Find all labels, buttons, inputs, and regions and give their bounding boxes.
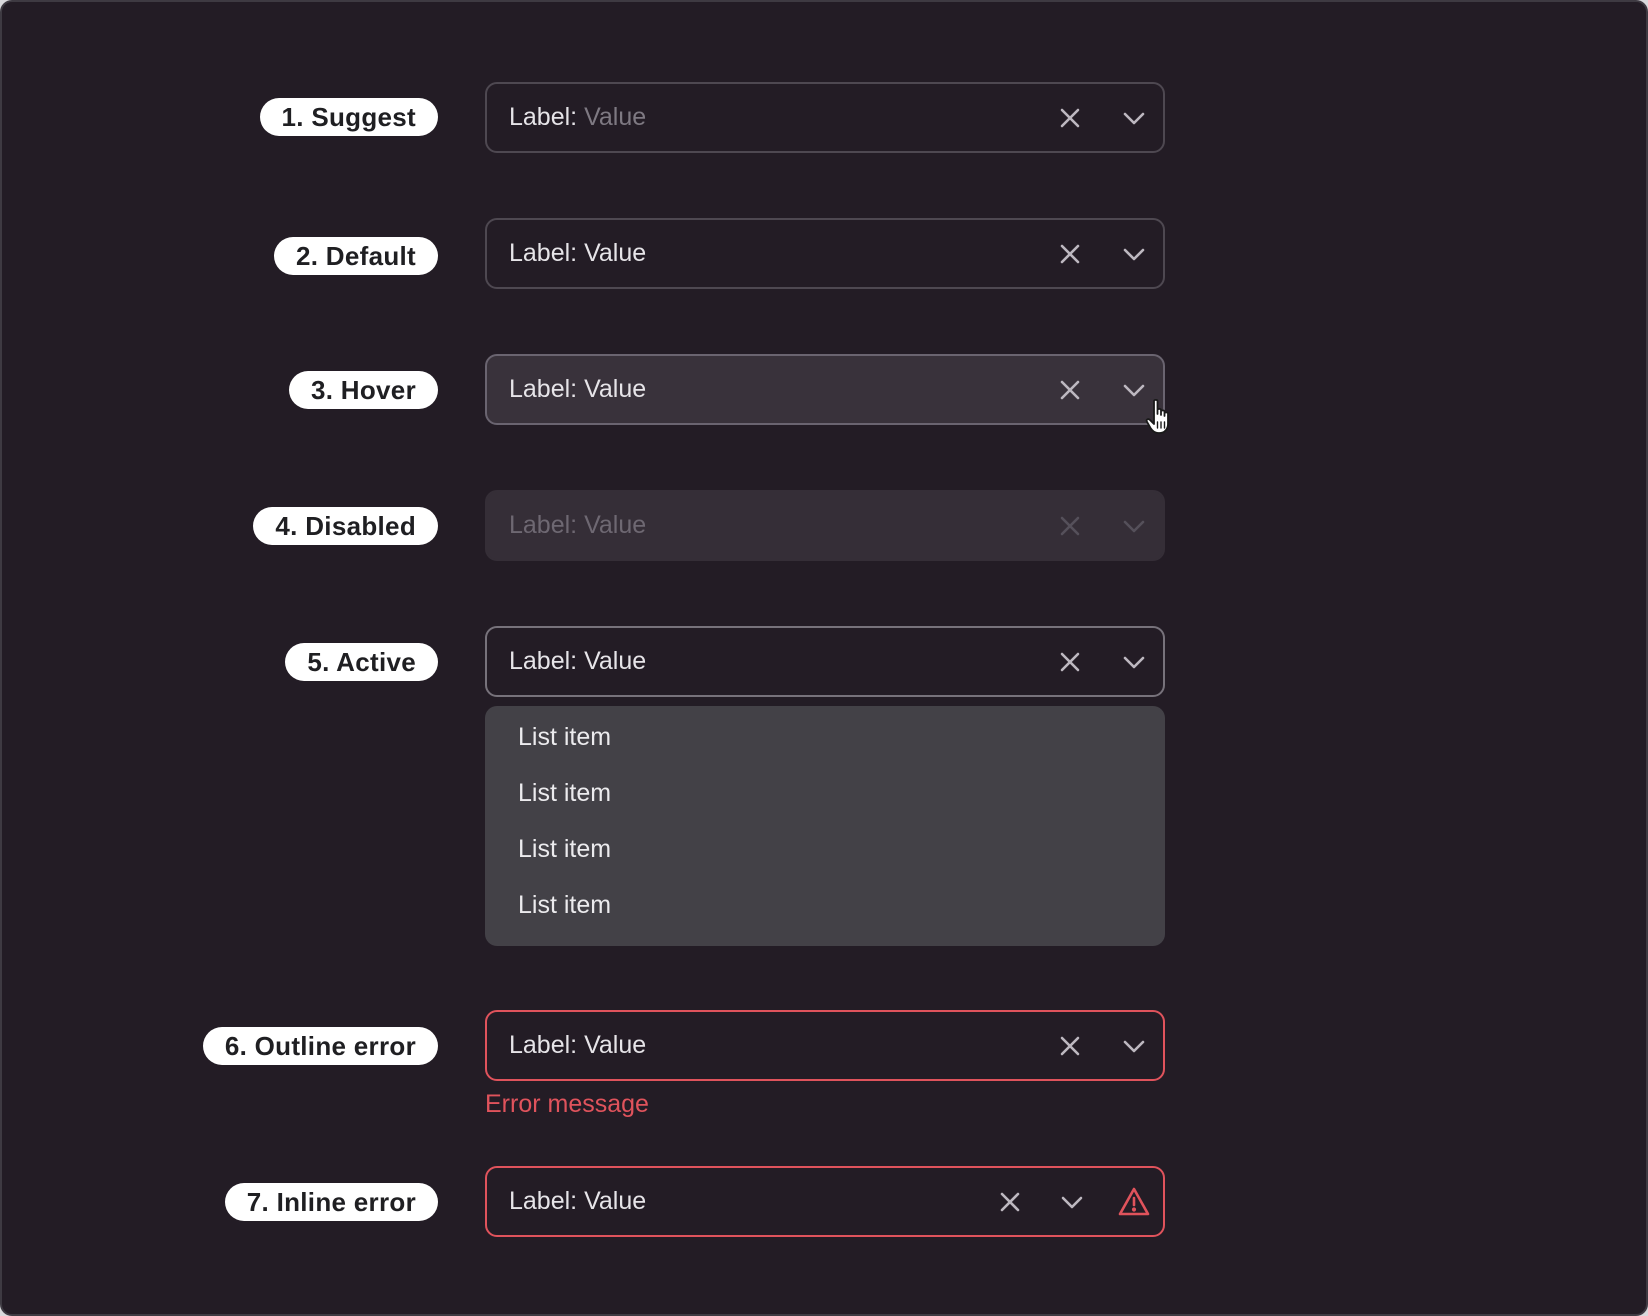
select-text: Label: Value <box>509 1012 646 1079</box>
select-value: Value <box>584 511 647 539</box>
state-tag-hover: 3. Hover <box>288 371 438 409</box>
dropdown-menu: List item List item List item List item <box>485 706 1165 946</box>
chevron-down-icon <box>1117 509 1151 543</box>
close-icon <box>1053 509 1087 543</box>
select-value: Value <box>584 1187 647 1215</box>
select-value: Value <box>584 1031 647 1059</box>
select-label: Label: <box>509 647 578 675</box>
select-default[interactable]: Label: Value <box>485 218 1165 289</box>
dropdown-list-item[interactable]: List item <box>518 835 611 864</box>
close-icon[interactable] <box>1053 237 1087 271</box>
select-value-placeholder: Value <box>584 103 647 131</box>
close-icon[interactable] <box>1053 101 1087 135</box>
state-tag-default: 2. Default <box>273 237 438 275</box>
select-text: Label: Value <box>509 220 646 287</box>
select-text: Label: Value <box>509 492 646 559</box>
dropdown-list-item[interactable]: List item <box>518 779 611 808</box>
chevron-down-icon[interactable] <box>1117 645 1151 679</box>
select-label: Label: <box>509 375 578 403</box>
select-label: Label: <box>509 1031 578 1059</box>
chevron-down-icon[interactable] <box>1055 1185 1089 1219</box>
select-active[interactable]: Label: Value <box>485 626 1165 697</box>
select-inline-error[interactable]: Label: Value <box>485 1166 1165 1237</box>
state-tag-disabled: 4. Disabled <box>253 507 438 545</box>
select-suggest[interactable]: Label: Value <box>485 82 1165 153</box>
select-text: Label: Value <box>509 1168 646 1235</box>
state-tag-suggest: 1. Suggest <box>259 98 438 136</box>
error-message: Error message <box>485 1090 649 1118</box>
close-icon[interactable] <box>1053 1029 1087 1063</box>
warning-triangle-icon <box>1117 1185 1151 1219</box>
select-label: Label: <box>509 103 578 131</box>
dropdown-list-item[interactable]: List item <box>518 723 611 752</box>
select-hover[interactable]: Label: Value <box>485 354 1165 425</box>
dropdown-list-item[interactable]: List item <box>518 891 611 920</box>
state-tag-outline-error: 6. Outline error <box>202 1027 438 1065</box>
chevron-down-icon[interactable] <box>1117 237 1151 271</box>
select-value: Value <box>584 239 647 267</box>
select-outline-error[interactable]: Label: Value <box>485 1010 1165 1081</box>
select-disabled: Label: Value <box>485 490 1165 561</box>
select-text: Label: Value <box>509 84 646 151</box>
canvas: 1. Suggest Label: Value 2. Default Label… <box>0 0 1648 1316</box>
select-label: Label: <box>509 511 578 539</box>
select-value: Value <box>584 375 647 403</box>
select-label: Label: <box>509 239 578 267</box>
close-icon[interactable] <box>1053 373 1087 407</box>
select-text: Label: Value <box>509 356 646 423</box>
close-icon[interactable] <box>993 1185 1027 1219</box>
select-text: Label: Value <box>509 628 646 695</box>
hand-pointer-cursor-icon <box>1145 398 1175 436</box>
chevron-down-icon[interactable] <box>1117 1029 1151 1063</box>
select-label: Label: <box>509 1187 578 1215</box>
state-tag-inline-error: 7. Inline error <box>224 1183 438 1221</box>
state-tag-active: 5. Active <box>285 643 438 681</box>
close-icon[interactable] <box>1053 645 1087 679</box>
chevron-down-icon[interactable] <box>1117 101 1151 135</box>
select-value: Value <box>584 647 647 675</box>
